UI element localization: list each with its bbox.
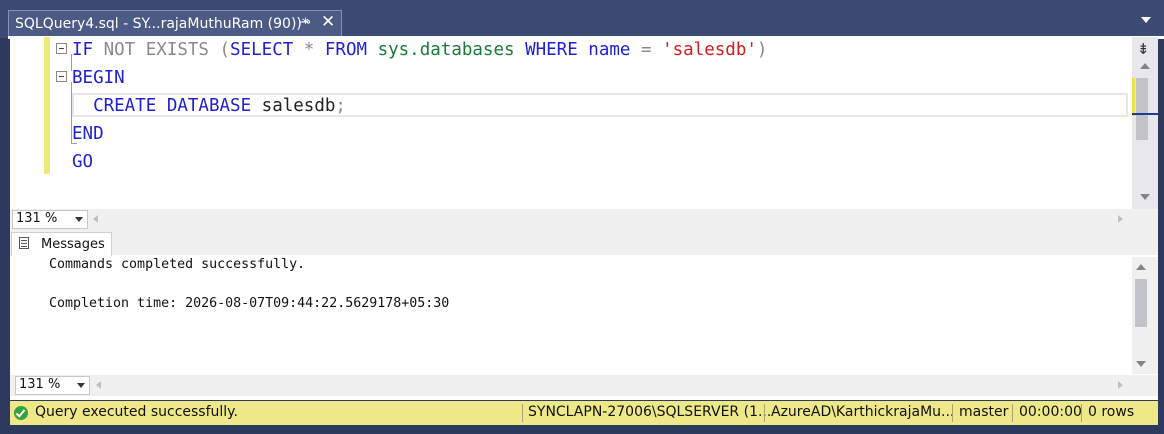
chevron-down-icon <box>75 217 83 222</box>
status-message: Query executed successfully. <box>35 404 238 420</box>
messages-zoom-select[interactable]: 131 % <box>15 376 90 395</box>
close-icon[interactable]: ✕ <box>321 10 335 34</box>
sql-editor[interactable]: IF NOT EXISTS (SELECT * FROM sys.databas… <box>10 37 1158 209</box>
editor-zoom-value: 131 % <box>16 211 58 226</box>
tab-messages-label: Messages <box>41 237 105 252</box>
status-divider <box>522 404 523 422</box>
code-line-5[interactable]: GO <box>72 152 93 172</box>
status-user: AzureAD\KarthickrajaMu... <box>771 404 955 420</box>
messages-vertical-scrollbar[interactable] <box>1132 257 1158 374</box>
status-database: master <box>959 404 1009 420</box>
collapse-icon[interactable] <box>56 71 67 82</box>
code-token: sys.databases <box>367 40 526 60</box>
status-elapsed: 00:00:00 <box>1019 404 1082 420</box>
query-tab[interactable]: SQLQuery4.sql - SY...rajaMuthuRam (90))*… <box>8 10 342 38</box>
code-token: salesdb <box>251 96 336 116</box>
status-rows: 0 rows <box>1088 404 1135 420</box>
status-divider <box>1081 404 1082 422</box>
status-divider <box>1012 404 1013 422</box>
scrollbar-change-marker <box>1132 78 1135 116</box>
scroll-left-icon[interactable] <box>96 381 101 389</box>
message-line-2: Completion time: 2026-08-07T09:44:22.562… <box>49 296 450 311</box>
code-token: SELECT <box>230 40 294 60</box>
code-token: NOT EXISTS ( <box>93 40 231 60</box>
scroll-up-icon[interactable] <box>1136 264 1146 270</box>
code-token: name <box>577 40 641 60</box>
split-window-icon[interactable]: ⇟ <box>1137 40 1150 58</box>
code-token: FROM <box>324 40 368 60</box>
code-token: = <box>640 40 652 60</box>
code-token: BEGIN <box>72 68 125 88</box>
editor-zoom-select[interactable]: 131 % <box>12 210 88 229</box>
scroll-left-icon[interactable] <box>93 215 98 223</box>
scrollbar-thumb[interactable] <box>1136 78 1148 140</box>
status-divider <box>764 404 765 422</box>
code-token: END <box>72 124 104 144</box>
code-token: CREATE DATABASE <box>72 96 252 116</box>
editor-vertical-scrollbar[interactable]: ⇟ <box>1132 37 1158 209</box>
code-line-4[interactable]: END <box>72 124 104 144</box>
change-tracking-bar <box>44 37 50 174</box>
chevron-down-icon <box>77 383 85 388</box>
editor-horizontal-scrollbar[interactable]: 131 % <box>10 209 1158 230</box>
messages-icon <box>19 237 29 249</box>
scroll-right-icon[interactable] <box>1118 381 1123 389</box>
pin-icon[interactable]: ⊸ <box>300 11 311 35</box>
collapse-icon[interactable] <box>56 43 67 54</box>
code-token: WHERE <box>525 40 578 60</box>
code-token: * <box>293 40 325 60</box>
code-line-3[interactable]: CREATE DATABASE salesdb; <box>72 96 346 116</box>
scroll-down-icon[interactable] <box>1140 194 1150 200</box>
scrollbar-thumb[interactable] <box>1135 279 1147 327</box>
code-line-1[interactable]: IF NOT EXISTS (SELECT * FROM sys.databas… <box>72 40 767 60</box>
tab-overflow-dropdown-icon[interactable] <box>1141 17 1151 23</box>
messages-zoom-value: 131 % <box>19 377 61 392</box>
message-line-1: Commands completed successfully. <box>49 257 306 272</box>
scroll-up-icon[interactable] <box>1140 63 1150 69</box>
code-token: ) <box>756 40 768 60</box>
code-token: 'salesdb' <box>651 40 757 60</box>
line-number-margin <box>10 37 44 209</box>
code-token: ; <box>335 96 346 116</box>
success-check-icon <box>14 406 28 420</box>
code-token: GO <box>72 152 94 172</box>
status-divider <box>952 404 953 422</box>
results-tab-strip <box>10 230 1158 255</box>
status-server: SYNCLAPN-27006\SQLSERVER (1... <box>528 404 772 420</box>
scroll-down-icon[interactable] <box>1136 361 1146 367</box>
query-window: SQLQuery4.sql - SY...rajaMuthuRam (90))*… <box>0 0 1164 434</box>
code-token: IF <box>72 40 94 60</box>
document-tab-bar: SQLQuery4.sql - SY...rajaMuthuRam (90))*… <box>0 0 1164 38</box>
query-tab-title[interactable]: SQLQuery4.sql - SY...rajaMuthuRam (90))* <box>15 12 309 36</box>
scroll-right-icon[interactable] <box>1118 215 1123 223</box>
tab-messages[interactable]: Messages <box>11 232 112 256</box>
code-line-2[interactable]: BEGIN <box>72 68 125 88</box>
status-bar: Query executed successfully. SYNCLAPN-27… <box>10 401 1158 425</box>
scrollbar-caret-marker <box>1132 113 1158 115</box>
messages-horizontal-scrollbar[interactable]: 131 % <box>10 375 1158 396</box>
